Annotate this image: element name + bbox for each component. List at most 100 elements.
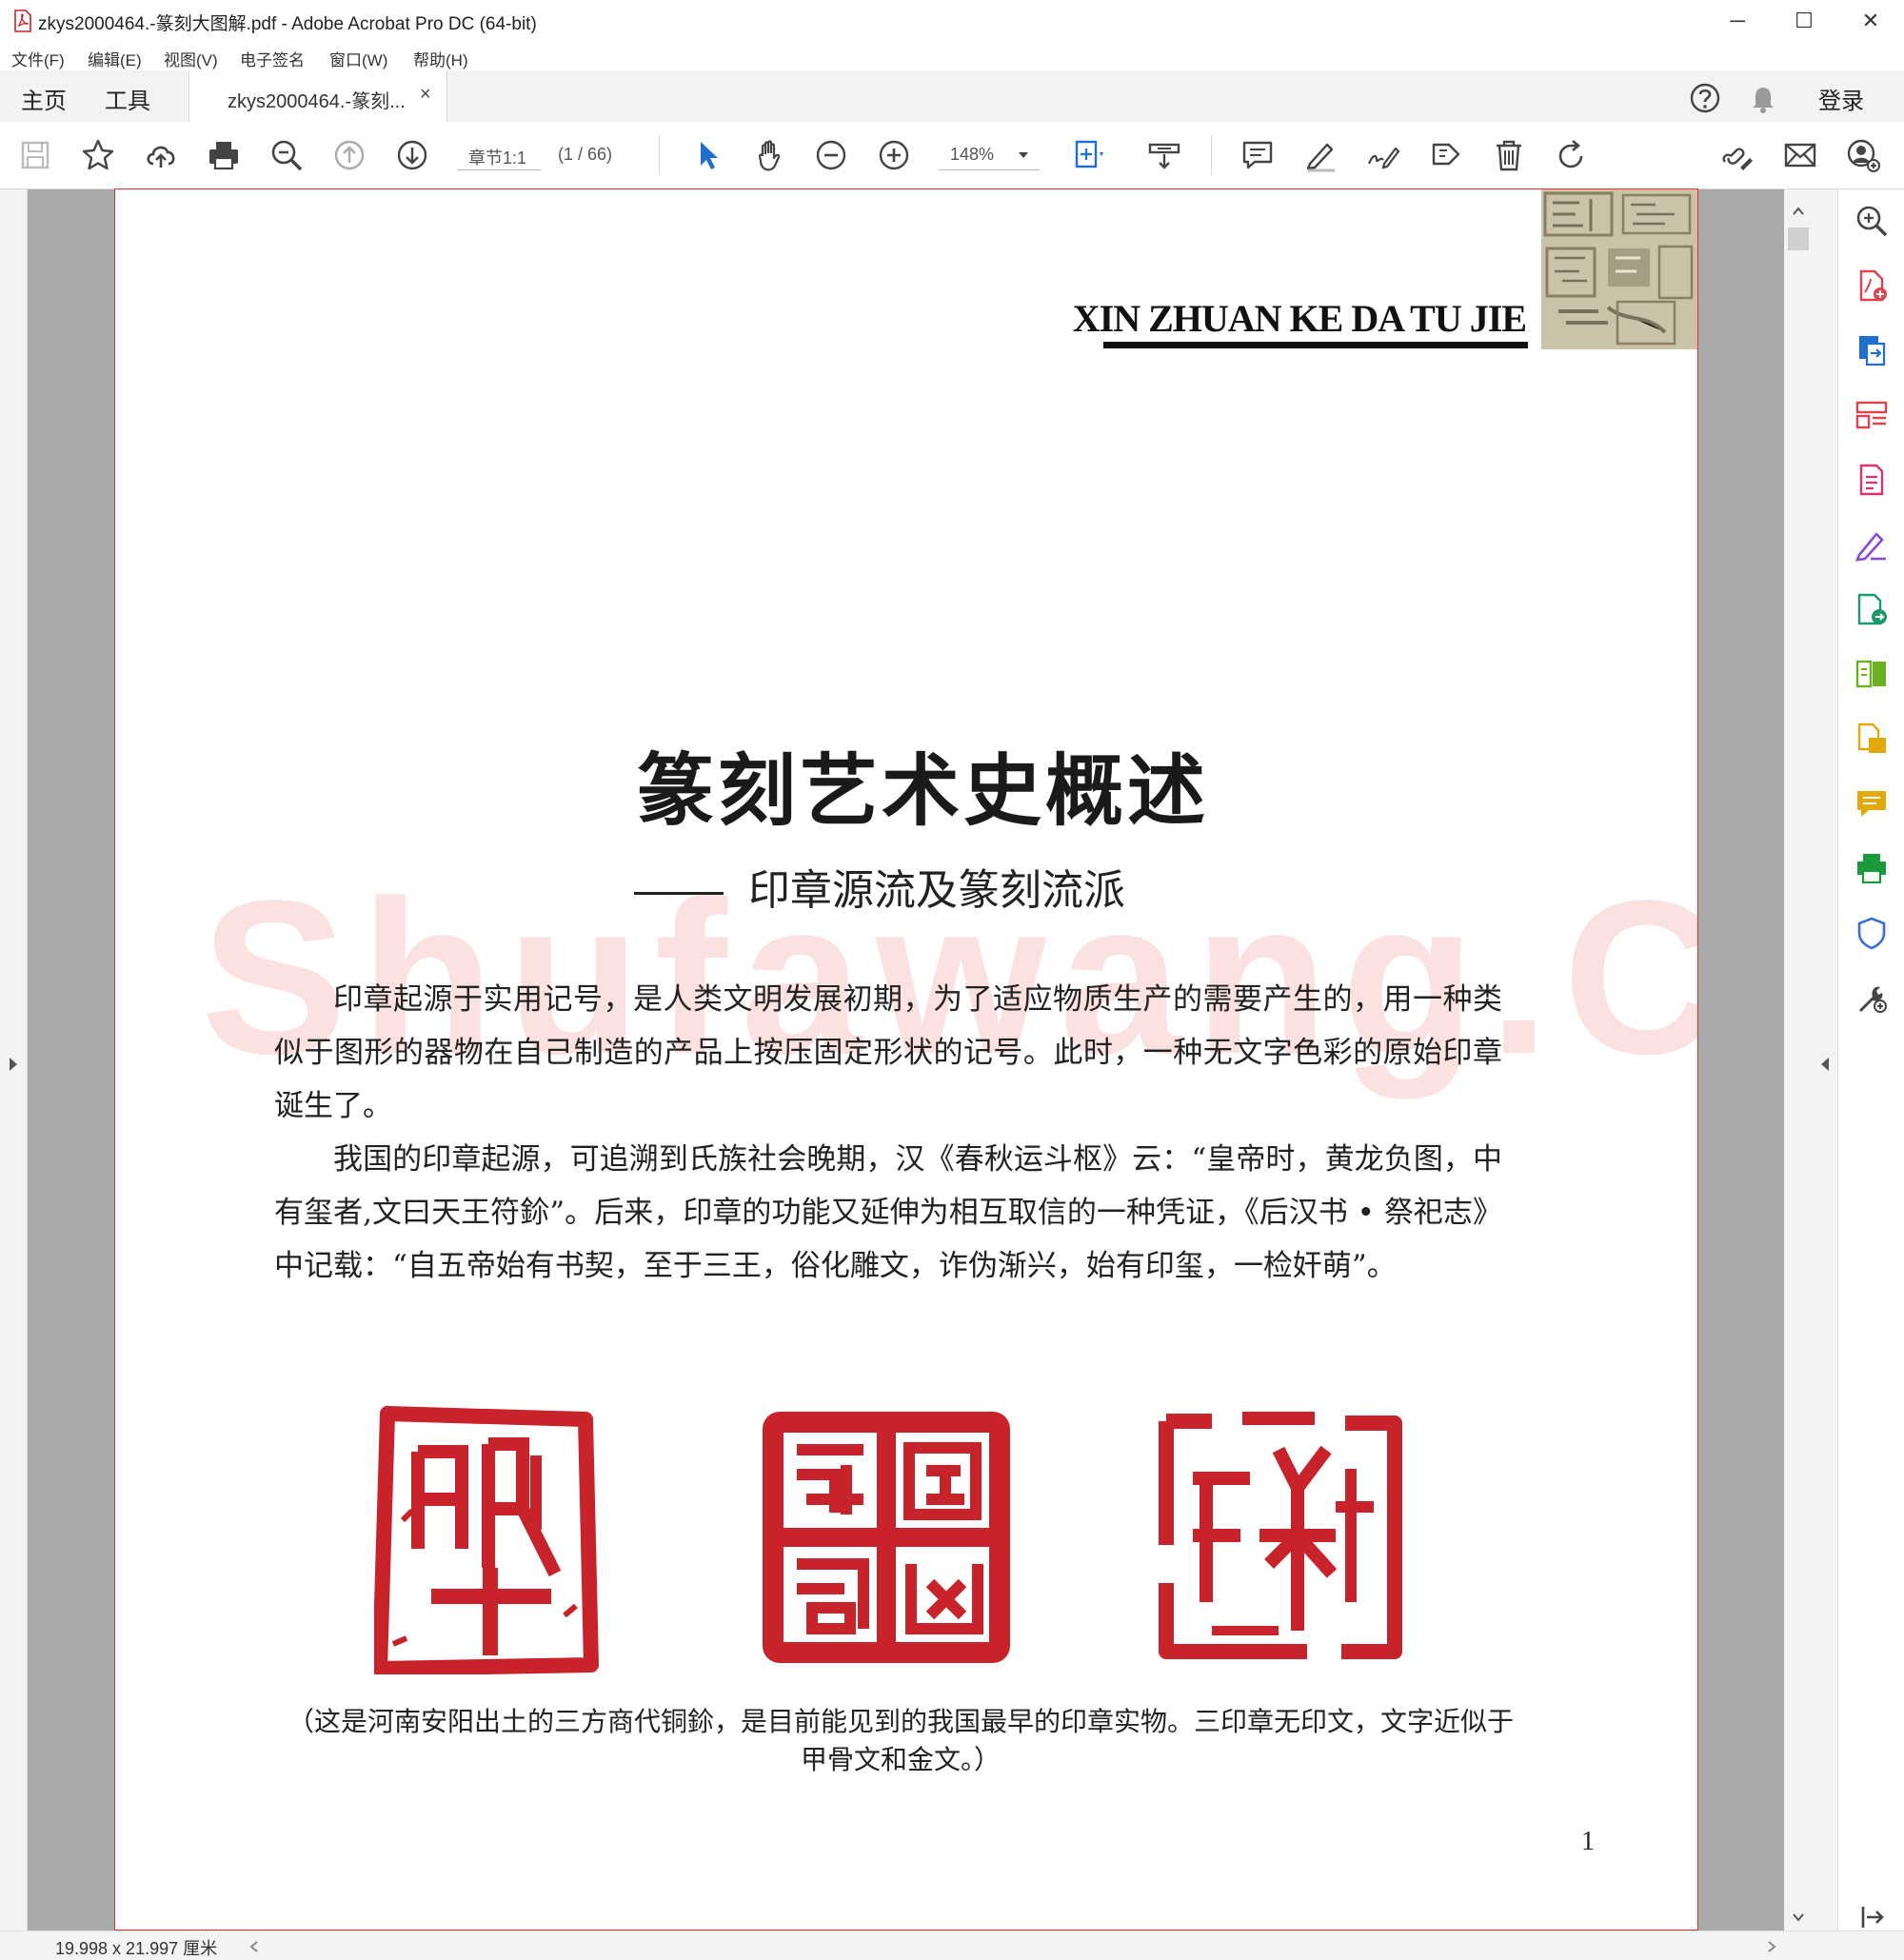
zoom-scan-icon: [1856, 206, 1888, 237]
link-edit-button[interactable]: [1716, 133, 1759, 177]
zoom-find-button[interactable]: [265, 133, 308, 177]
chevron-down-icon: [1019, 152, 1028, 158]
close-icon: ✕: [1861, 9, 1880, 32]
stamp-button[interactable]: [1424, 133, 1468, 177]
add-user-icon: [1847, 139, 1880, 172]
enhance-scan-tool[interactable]: [1852, 201, 1892, 241]
vertical-scrollbar[interactable]: [1784, 189, 1813, 1930]
print-production-tool[interactable]: [1852, 848, 1892, 888]
menu-window[interactable]: 窗口(W): [329, 47, 387, 70]
save-button[interactable]: [13, 133, 57, 177]
star-icon: [82, 139, 114, 170]
tab-document[interactable]: zkys2000464.-篆刻... ×: [188, 70, 447, 123]
zoom-level-select[interactable]: 148%: [939, 141, 1040, 170]
comment-icon: [1242, 141, 1273, 169]
bookmark-button[interactable]: [76, 133, 120, 177]
scroll-right-icon[interactable]: [1767, 1940, 1776, 1953]
menu-edit[interactable]: 编辑(E): [88, 47, 142, 70]
right-pane-collapse-strip[interactable]: [1813, 189, 1837, 1930]
create-pdf-tool[interactable]: [1852, 266, 1892, 306]
edit-pdf-tool[interactable]: [1852, 460, 1892, 500]
menu-help[interactable]: 帮助(H): [413, 47, 468, 70]
scroll-mode-button[interactable]: [1142, 133, 1186, 177]
acrobat-icon: [14, 10, 31, 32]
comment-button[interactable]: [1236, 133, 1279, 177]
status-bar: 19.998 x 21.997 厘米: [0, 1930, 1904, 1960]
delete-button[interactable]: [1487, 133, 1531, 177]
organize-icon: [1855, 401, 1888, 429]
login-link[interactable]: 登录: [1818, 82, 1864, 115]
menu-esign[interactable]: 电子签名: [240, 47, 305, 70]
paragraph-1: 印章起源于实用记号，是人类文明发展初期，为了适应物质生产的需要产生的，用一种类似…: [274, 982, 1502, 1123]
chapter-title: 篆刻艺术史概述: [635, 745, 1209, 837]
compare-tool[interactable]: [1852, 654, 1892, 694]
tag-edit-icon: [1432, 143, 1460, 166]
trash-icon: [1497, 140, 1521, 171]
zoom-in-button[interactable]: [872, 133, 916, 177]
save-icon: [21, 141, 50, 169]
tools-pane: [1837, 189, 1904, 1930]
pdf-page: Shufawang.CN XIN ZHUAN KE DA TU JIE 篆刻艺术…: [114, 188, 1698, 1930]
scroll-up-icon[interactable]: [1792, 207, 1805, 216]
combine-tool[interactable]: [1852, 719, 1892, 759]
select-tool-button[interactable]: [685, 133, 729, 177]
header-rule: [1103, 342, 1528, 348]
body-text: 印章起源于实用记号，是人类文明发展初期，为了适应物质生产的需要产生的，用一种类似…: [274, 973, 1502, 1293]
print-button[interactable]: [202, 133, 246, 177]
email-button[interactable]: [1778, 133, 1822, 177]
previous-page-button[interactable]: [327, 133, 371, 177]
rotate-button[interactable]: [1550, 133, 1594, 177]
close-window-button[interactable]: ✕: [1837, 0, 1904, 42]
seal-image-1: [374, 1406, 599, 1674]
fit-page-button[interactable]: [1068, 133, 1112, 177]
maximize-button[interactable]: ☐: [1771, 0, 1837, 42]
tab-home[interactable]: 主页: [21, 82, 67, 115]
expand-left-panel-icon[interactable]: [8, 1056, 19, 1073]
subtitle-text: 印章源流及篆刻流派: [748, 866, 1125, 915]
left-panel-strip[interactable]: [0, 189, 28, 1930]
wrench-add-icon: [1859, 986, 1887, 1013]
next-page-button[interactable]: [390, 133, 434, 177]
envelope-icon: [1784, 143, 1816, 168]
window-title: zkys2000464.-篆刻大图解.pdf - Adobe Acrobat P…: [38, 14, 537, 34]
combine-files-icon: [1857, 723, 1886, 753]
organize-pages-tool[interactable]: [1852, 395, 1892, 435]
arrow-up-circle-icon: [334, 140, 365, 170]
collapse-right-pane-icon[interactable]: [1819, 1056, 1831, 1073]
page-count: (1 / 66): [558, 145, 613, 164]
scrollbar-thumb[interactable]: [1788, 228, 1809, 250]
print-production-icon: [1857, 854, 1886, 884]
share-user-button[interactable]: [1841, 133, 1885, 177]
help-icon[interactable]: [1689, 82, 1721, 114]
menu-file[interactable]: 文件(F): [11, 47, 65, 70]
scroll-left-icon[interactable]: [249, 1940, 259, 1953]
plus-circle-icon: [879, 140, 909, 170]
toolbar-separator-2: [1211, 135, 1212, 175]
notification-bell-icon[interactable]: [1748, 82, 1778, 114]
send-for-signature-tool[interactable]: [1852, 589, 1892, 629]
tab-tools[interactable]: 工具: [105, 82, 150, 115]
export-pdf-tool[interactable]: [1852, 330, 1892, 370]
scroll-down-icon[interactable]: [1792, 1912, 1805, 1922]
more-tools[interactable]: [1852, 978, 1892, 1018]
fill-sign-tool[interactable]: [1852, 525, 1892, 564]
hand-tool-button[interactable]: [748, 133, 792, 177]
upload-cloud-button[interactable]: [139, 133, 183, 177]
zoom-out-button[interactable]: [809, 133, 853, 177]
sign-button[interactable]: [1361, 133, 1405, 177]
comment-tool[interactable]: [1852, 783, 1892, 823]
protect-tool[interactable]: [1852, 913, 1892, 953]
figure-caption: （这是河南安阳出土的三方商代铜鉩，是目前能见到的我国最早的印章实物。三印章无印文…: [287, 1706, 1514, 1775]
header-seal-image: [1541, 189, 1697, 349]
chapter-field[interactable]: 章节1:1: [457, 141, 541, 170]
paragraph-2: 我国的印章起源，可追溯到氏族社会晚期，汉《春秋运斗枢》云：“皇帝时，黄龙负图，中…: [274, 1142, 1502, 1283]
chapter-subtitle: 印章源流及篆刻流派: [634, 856, 1125, 917]
cloud-upload-icon: [147, 146, 175, 168]
minimize-window-button[interactable]: ─: [1704, 0, 1771, 42]
hand-icon: [758, 140, 781, 171]
comment-bubble-icon: [1857, 791, 1886, 817]
menu-view[interactable]: 视图(V): [164, 47, 218, 70]
close-tab-icon[interactable]: ×: [420, 84, 431, 106]
highlight-button[interactable]: [1299, 133, 1342, 177]
search-zoom-icon: [271, 140, 303, 171]
